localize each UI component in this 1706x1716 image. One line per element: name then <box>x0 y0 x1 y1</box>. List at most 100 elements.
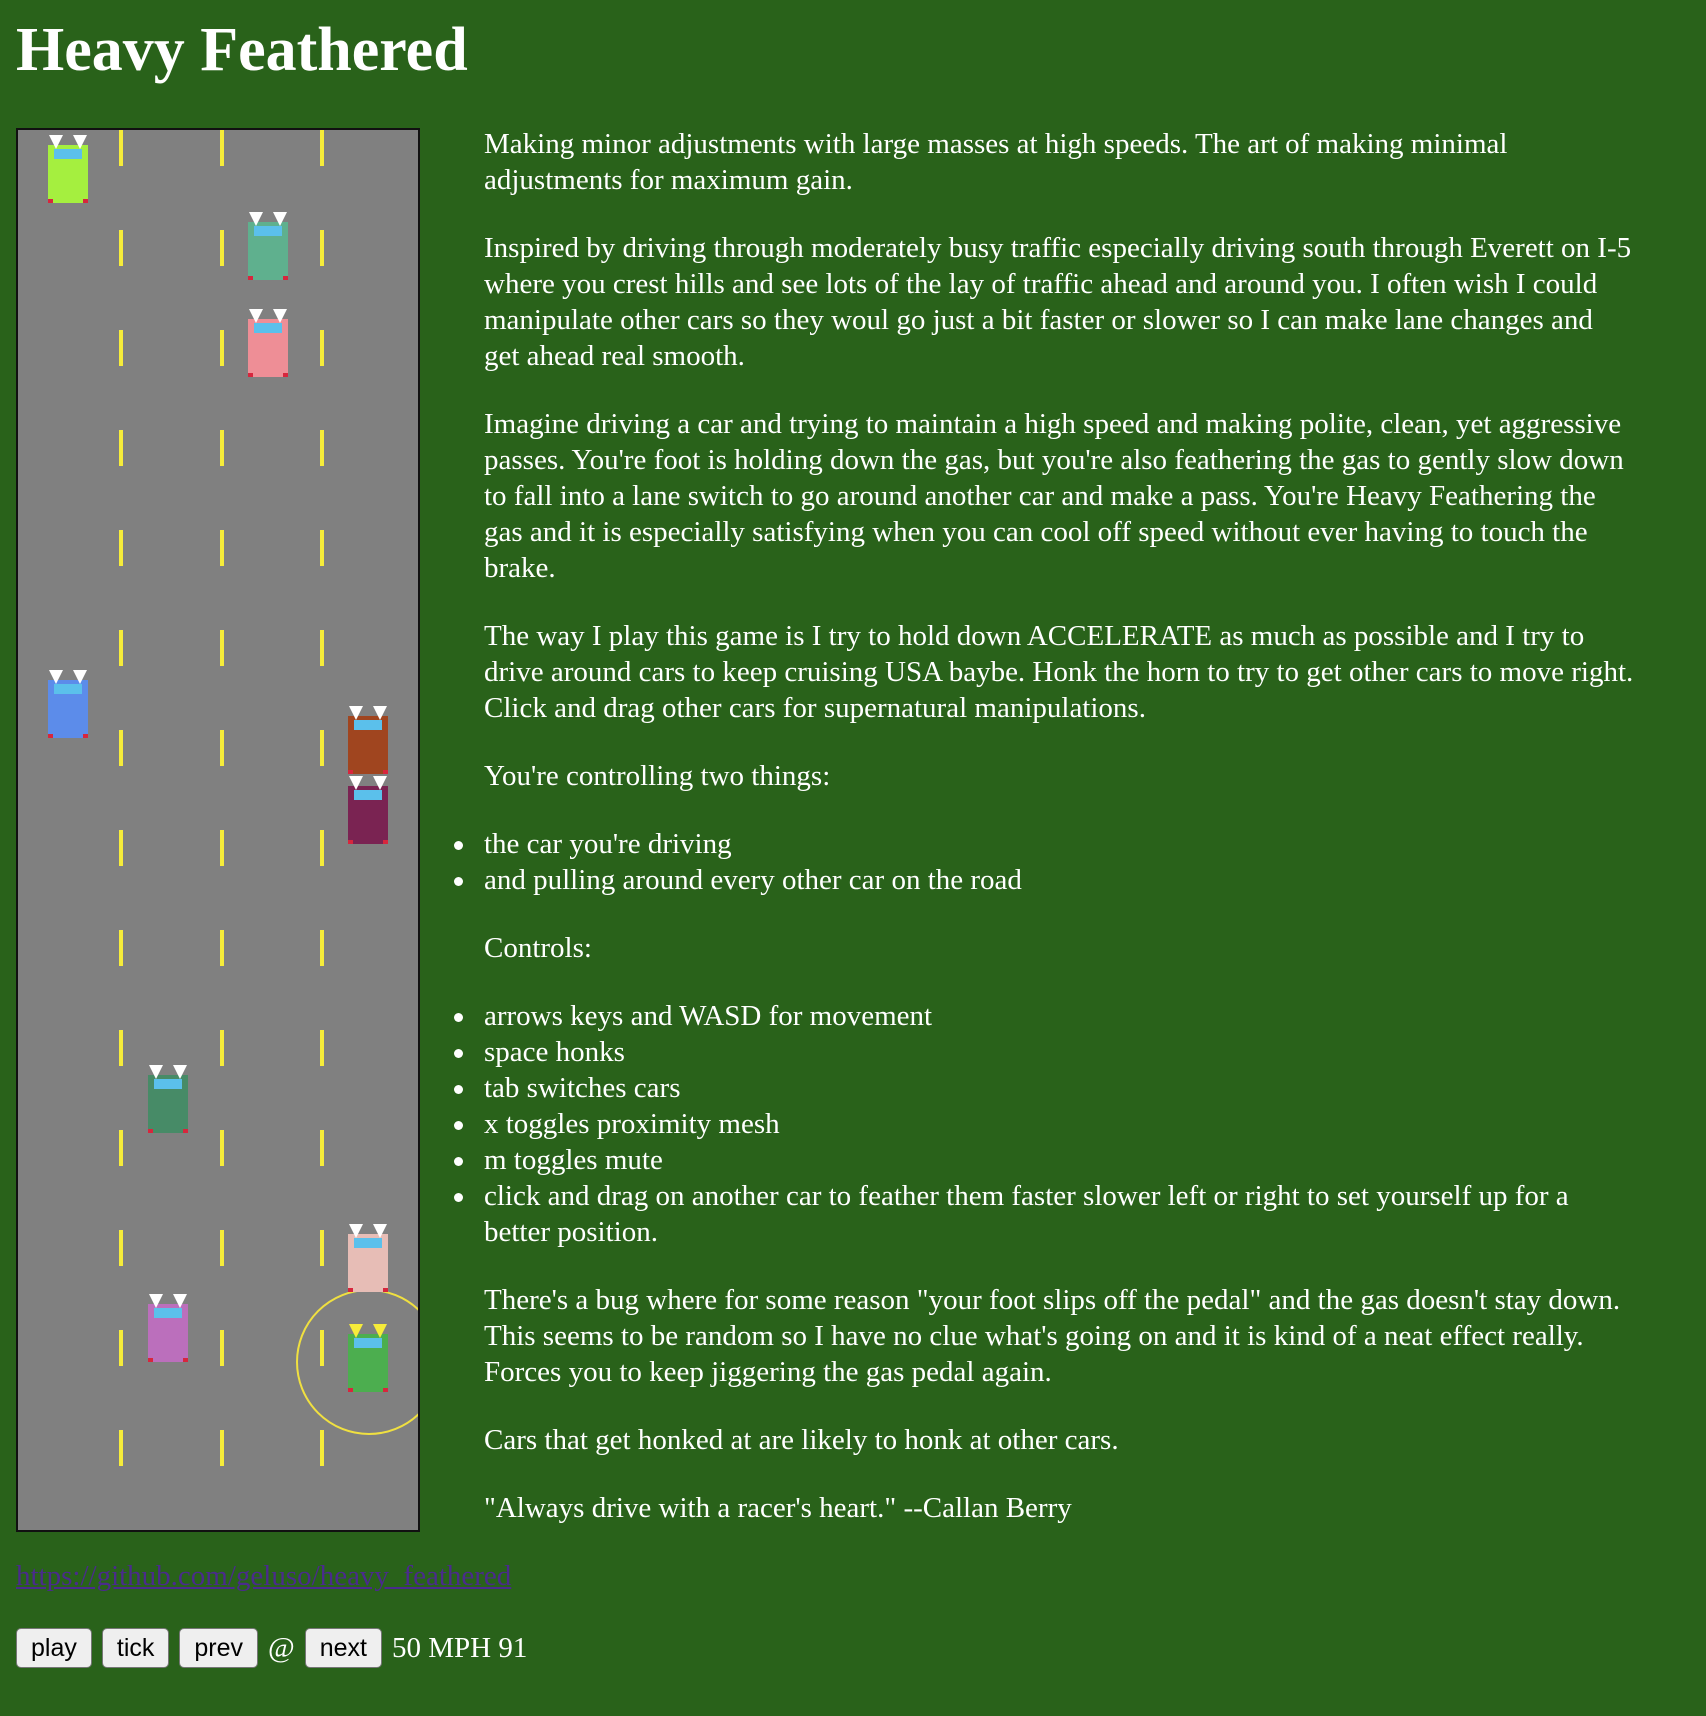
windshield <box>354 1238 382 1248</box>
windshield <box>354 1338 382 1348</box>
at-sign: @ <box>268 1631 295 1664</box>
taillight <box>48 734 53 738</box>
taillight <box>48 199 53 203</box>
lane-markers <box>119 130 324 1466</box>
lane-marker <box>320 730 324 766</box>
list-item: arrows keys and WASD for movement <box>454 998 1634 1034</box>
lane-marker <box>320 1330 324 1366</box>
list-item: x toggles proximity mesh <box>454 1106 1634 1142</box>
list-item: tab switches cars <box>454 1070 1634 1106</box>
speed-readout: 50 MPH 91 <box>392 1631 528 1664</box>
lane-marker <box>119 1430 123 1466</box>
windshield <box>254 323 282 333</box>
prev-button[interactable]: prev <box>179 1628 259 1668</box>
game-canvas[interactable] <box>16 128 420 1532</box>
taillight <box>348 770 353 774</box>
controls-bar: play tick prev @ next 50 MPH 91 <box>16 1628 527 1668</box>
taillight <box>383 1388 388 1392</box>
npc-car[interactable] <box>348 776 388 844</box>
lane-marker <box>220 830 224 866</box>
lane-marker <box>220 330 224 366</box>
repo-link[interactable]: https://github.com/geluso/heavy_feathere… <box>16 1558 511 1594</box>
taillight <box>383 840 388 844</box>
taillight <box>148 1129 153 1133</box>
taillight <box>383 1288 388 1292</box>
npc-car[interactable] <box>248 212 288 280</box>
npc-car[interactable] <box>248 309 288 377</box>
road[interactable] <box>18 130 418 1530</box>
player-car[interactable] <box>348 1324 388 1392</box>
windshield <box>154 1079 182 1089</box>
windshield <box>254 226 282 236</box>
taillight <box>183 1358 188 1362</box>
honk-paragraph: Cars that get honked at are likely to ho… <box>484 1424 1119 1456</box>
lane-marker <box>320 930 324 966</box>
taillight <box>83 199 88 203</box>
lane-marker <box>320 1130 324 1166</box>
lane-marker <box>119 330 123 366</box>
controls-heading: Controls: <box>484 932 592 964</box>
controls-list: arrows keys and WASD for movement space … <box>454 998 1634 1250</box>
lane-marker <box>320 630 324 666</box>
lane-marker <box>220 530 224 566</box>
taillight <box>248 373 253 377</box>
cars-layer <box>48 135 388 1392</box>
npc-car[interactable] <box>48 135 88 203</box>
lane-marker <box>220 1330 224 1366</box>
lane-marker <box>320 830 324 866</box>
taillight <box>183 1129 188 1133</box>
taillight <box>83 734 88 738</box>
npc-car[interactable] <box>48 670 88 738</box>
windshield <box>354 720 382 730</box>
play-button[interactable]: play <box>16 1628 92 1668</box>
controlling-heading: You're controlling two things: <box>484 760 831 792</box>
lane-marker <box>119 230 123 266</box>
list-item: m toggles mute <box>454 1142 1634 1178</box>
controlling-list: the car you're driving and pulling aroun… <box>454 826 1634 898</box>
npc-car[interactable] <box>148 1294 188 1362</box>
taillight <box>148 1358 153 1362</box>
lane-marker <box>119 630 123 666</box>
list-item: the car you're driving <box>454 826 1634 862</box>
lane-marker <box>320 1230 324 1266</box>
next-button[interactable]: next <box>304 1628 382 1668</box>
lane-marker <box>119 1330 123 1366</box>
description: Making minor adjustments with large mass… <box>454 126 1634 1558</box>
page-title: Heavy Feathered <box>16 16 468 84</box>
taillight <box>283 276 288 280</box>
lane-marker <box>320 430 324 466</box>
windshield <box>54 149 82 159</box>
how-i-play-paragraph: The way I play this game is I try to hol… <box>484 620 1634 724</box>
windshield <box>354 790 382 800</box>
lane-marker <box>220 730 224 766</box>
inspiration-paragraph: Inspired by driving through moderately b… <box>484 232 1632 372</box>
npc-car[interactable] <box>348 1224 388 1292</box>
taillight <box>348 1288 353 1292</box>
windshield <box>154 1308 182 1318</box>
lane-marker <box>220 1030 224 1066</box>
lane-marker <box>220 130 224 166</box>
lane-marker <box>320 130 324 166</box>
lane-marker <box>320 230 324 266</box>
npc-car[interactable] <box>348 706 388 774</box>
list-item: and pulling around every other car on th… <box>454 862 1634 898</box>
list-item: click and drag on another car to feather… <box>454 1178 1634 1250</box>
lane-marker <box>220 1230 224 1266</box>
lane-marker <box>320 530 324 566</box>
lane-marker <box>119 1030 123 1066</box>
intro-paragraph: Making minor adjustments with large mass… <box>484 128 1508 196</box>
lane-marker <box>220 630 224 666</box>
bug-paragraph: There's a bug where for some reason "you… <box>484 1284 1621 1388</box>
lane-marker <box>119 730 123 766</box>
list-item: space honks <box>454 1034 1634 1070</box>
lane-marker <box>220 230 224 266</box>
lane-marker <box>320 1430 324 1466</box>
taillight <box>348 840 353 844</box>
tick-button[interactable]: tick <box>101 1628 170 1668</box>
taillight <box>248 276 253 280</box>
lane-marker <box>119 430 123 466</box>
lane-marker <box>119 1230 123 1266</box>
lane-marker <box>119 830 123 866</box>
npc-car[interactable] <box>148 1065 188 1133</box>
lane-marker <box>119 130 123 166</box>
